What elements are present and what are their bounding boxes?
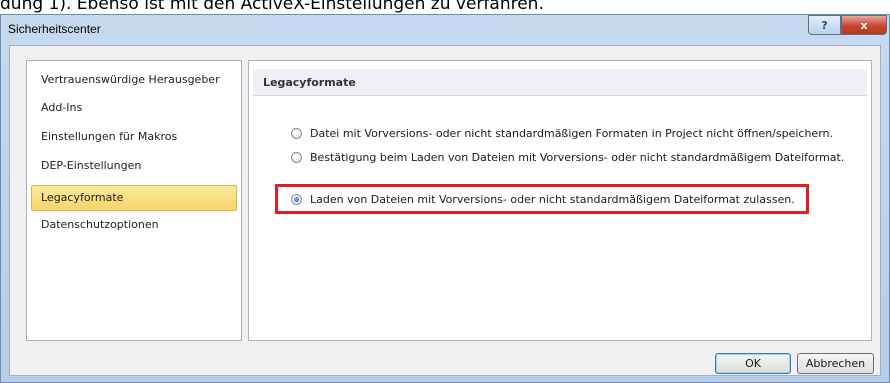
- option-label: Bestätigung beim Laden von Dateien mit V…: [310, 150, 845, 164]
- title-bar: Sicherheitscenter ? x: [1, 15, 889, 45]
- help-icon: ?: [821, 18, 828, 32]
- radio-button[interactable]: [291, 127, 302, 139]
- cancel-button[interactable]: Abbrechen: [797, 353, 874, 374]
- option-prompt-legacy[interactable]: Bestätigung beim Laden von Dateien mit V…: [291, 149, 844, 165]
- dialog-client-area: Vertrauenswürdige Herausgeber Add-Ins Ei…: [9, 45, 881, 376]
- sidebar-item-dep-settings[interactable]: DEP-Einstellungen: [31, 153, 237, 179]
- security-center-dialog: Sicherheitscenter ? x Vertrauenswürdige …: [0, 14, 890, 383]
- sidebar-item-legacy-formats[interactable]: Legacyformate: [31, 185, 237, 211]
- sidebar-item-add-ins[interactable]: Add-Ins: [31, 95, 237, 121]
- window-title: Sicherheitscenter: [8, 22, 101, 36]
- option-do-not-open-legacy[interactable]: Datei mit Vorversions- oder nicht standa…: [291, 125, 833, 141]
- red-highlight-frame: [275, 184, 809, 214]
- sidebar-item-privacy-options[interactable]: Datenschutzoptionen: [31, 212, 237, 238]
- category-sidebar: Vertrauenswürdige Herausgeber Add-Ins Ei…: [26, 60, 242, 341]
- ok-button[interactable]: OK: [715, 353, 791, 374]
- option-label: Datei mit Vorversions- oder nicht standa…: [310, 126, 833, 140]
- sidebar-item-macro-settings[interactable]: Einstellungen für Makros: [31, 124, 237, 150]
- radio-button[interactable]: [291, 151, 302, 163]
- close-button[interactable]: x: [841, 15, 887, 35]
- close-icon: x: [860, 18, 868, 32]
- help-button[interactable]: ?: [808, 15, 841, 35]
- section-title: Legacyformate: [263, 76, 356, 89]
- section-header: Legacyformate: [253, 69, 867, 96]
- sidebar-item-trusted-publishers[interactable]: Vertrauenswürdige Herausgeber: [31, 67, 237, 93]
- settings-panel: Legacyformate Datei mit Vorversions- ode…: [248, 60, 872, 341]
